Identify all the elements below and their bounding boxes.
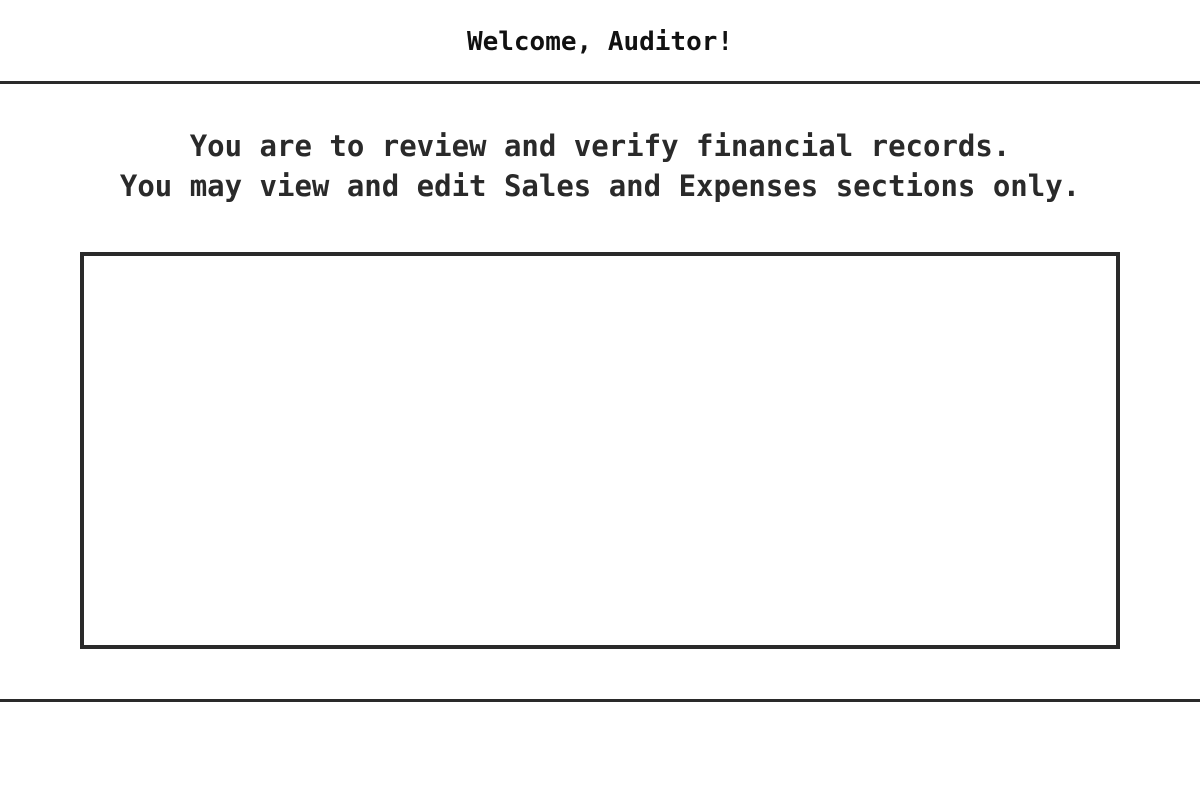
main-content-panel xyxy=(80,252,1120,649)
instruction-line-review: You are to review and verify financial r… xyxy=(189,129,1011,163)
instructions-text: You are to review and verify financial r… xyxy=(0,126,1200,206)
footer-divider xyxy=(0,699,1200,702)
page-header: Welcome, Auditor! xyxy=(0,0,1200,84)
instruction-line-permissions: You may view and edit Sales and Expenses… xyxy=(119,169,1081,203)
welcome-title: Welcome, Auditor! xyxy=(466,26,734,57)
